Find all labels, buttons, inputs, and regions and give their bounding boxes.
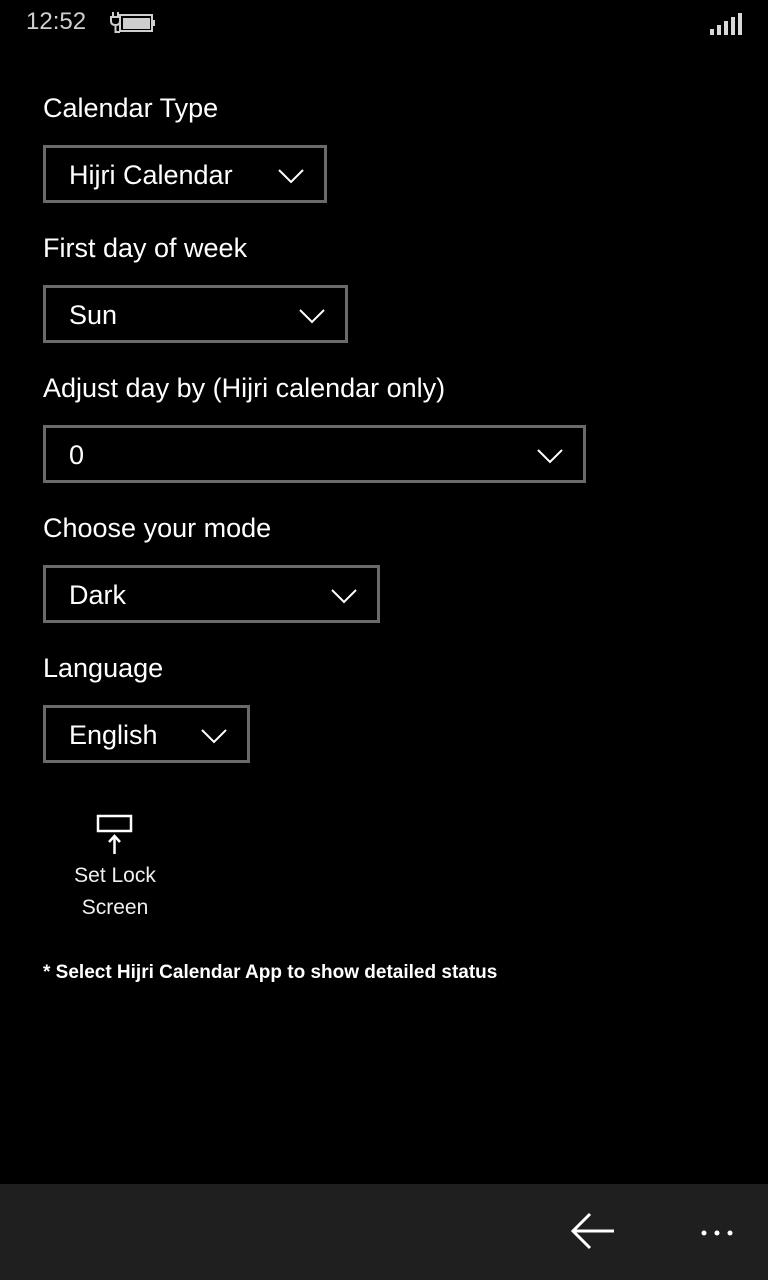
adjust-day-value: 0: [69, 440, 85, 470]
set-lock-screen-icon: [96, 814, 133, 854]
set-lock-screen-label-line2: Screen: [81, 896, 149, 919]
mode-value: Dark: [69, 580, 127, 610]
back-button[interactable]: [566, 1206, 620, 1256]
first-day-value: Sun: [69, 300, 118, 330]
set-lock-screen-button[interactable]: Set Lock Screen: [60, 812, 170, 932]
language-dropdown[interactable]: English: [43, 705, 250, 763]
clock: 12:52: [26, 8, 87, 35]
calendar-type-value: Hijri Calendar: [69, 160, 233, 190]
signal-strength-icon: [710, 12, 742, 40]
adjust-day-dropdown[interactable]: 0: [43, 425, 586, 483]
app-bar: [0, 1184, 768, 1280]
more-button[interactable]: [690, 1206, 744, 1256]
language-label: Language: [43, 653, 164, 683]
first-day-label: First day of week: [43, 233, 248, 263]
adjust-day-label: Adjust day by (Hijri calendar only): [43, 373, 446, 403]
chevron-down-icon: [278, 169, 304, 184]
mode-dropdown[interactable]: Dark: [43, 565, 380, 623]
info-note: * Select Hijri Calendar App to show deta…: [43, 962, 498, 983]
back-arrow-icon: [570, 1212, 614, 1250]
battery-charging-icon: [108, 10, 158, 40]
calendar-type-label: Calendar Type: [43, 93, 219, 123]
chevron-down-icon: [201, 729, 227, 744]
chevron-down-icon: [331, 589, 357, 604]
first-day-dropdown[interactable]: Sun: [43, 285, 348, 343]
mode-label: Choose your mode: [43, 513, 272, 543]
more-icon: [701, 1230, 733, 1236]
calendar-type-dropdown[interactable]: Hijri Calendar: [43, 145, 327, 203]
chevron-down-icon: [537, 449, 563, 464]
chevron-down-icon: [299, 309, 325, 324]
status-bar: 12:52: [0, 0, 768, 48]
language-value: English: [69, 720, 158, 750]
set-lock-screen-label-line1: Set Lock: [74, 864, 156, 887]
